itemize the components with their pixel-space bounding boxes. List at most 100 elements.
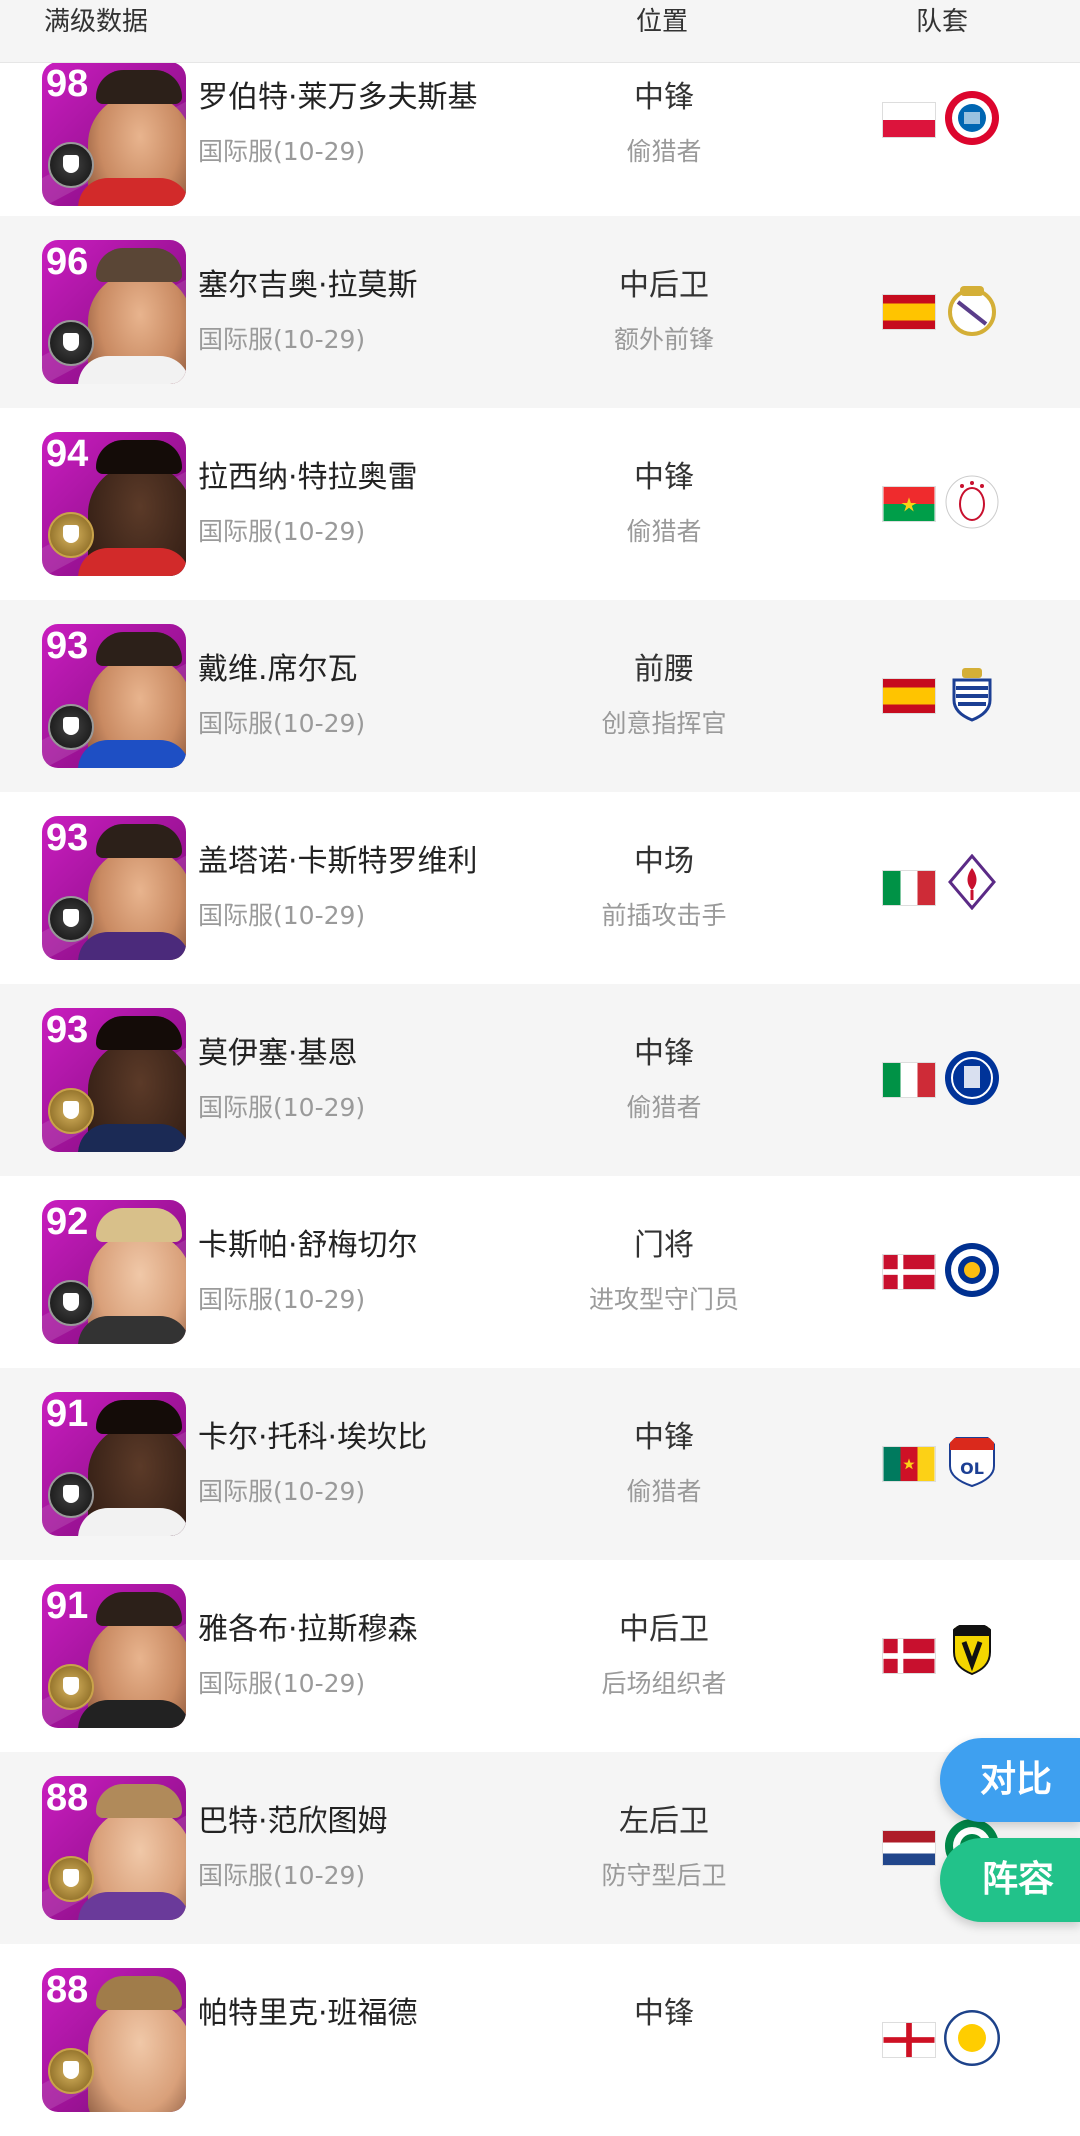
player-row[interactable]: 93 莫伊塞·基恩 国际服(10-29) 中锋 偷猎者 xyxy=(0,984,1080,1176)
card-badge-icon xyxy=(48,704,94,750)
player-server: 国际服(10-29) xyxy=(198,1477,366,1506)
player-name: 巴特·范欣图姆 xyxy=(198,1804,388,1839)
player-position: 中锋 xyxy=(634,80,694,115)
player-rating: 94 xyxy=(46,433,89,475)
player-position: 左后卫 xyxy=(619,1804,709,1839)
italy-flag-icon xyxy=(882,1062,936,1098)
leicester-city-crest-icon xyxy=(945,1243,999,1297)
player-rating: 91 xyxy=(46,1585,89,1627)
card-badge-icon xyxy=(48,896,94,942)
player-server: 国际服(10-29) xyxy=(198,709,366,738)
player-card: 96 xyxy=(42,240,186,384)
player-server: 国际服(10-29) xyxy=(198,517,366,546)
player-row[interactable]: 91 卡尔·托科·埃坎比 国际服(10-29) 中锋 偷猎者 OL xyxy=(0,1368,1080,1560)
player-rating: 93 xyxy=(46,625,89,667)
player-card: 88 xyxy=(42,1776,186,1920)
player-role: 防守型后卫 xyxy=(601,1861,727,1890)
card-badge-icon xyxy=(48,320,94,366)
player-name: 拉西纳·特拉奥雷 xyxy=(198,460,418,495)
player-role: 偷猎者 xyxy=(626,137,702,166)
player-role: 偷猎者 xyxy=(626,1093,702,1122)
lineup-button[interactable]: 阵容 xyxy=(940,1838,1080,1922)
player-server: 国际服(10-29) xyxy=(198,901,366,930)
player-row[interactable]: 92 卡斯帕·舒梅切尔 国际服(10-29) 门将 进攻型守门员 xyxy=(0,1176,1080,1368)
spain-flag-icon xyxy=(882,678,936,714)
player-row[interactable]: 93 盖塔诺·卡斯特罗维利 国际服(10-29) 中场 前插攻击手 xyxy=(0,792,1080,984)
player-rating: 88 xyxy=(46,1777,89,1819)
player-row[interactable]: 91 雅各布·拉斯穆森 国际服(10-29) 中后卫 后场组织者 xyxy=(0,1560,1080,1752)
player-server: 国际服(10-29) xyxy=(198,1285,366,1314)
player-name: 戴维.席尔瓦 xyxy=(198,652,358,687)
ajax-crest-icon xyxy=(945,475,999,529)
player-role: 额外前锋 xyxy=(613,325,714,354)
player-card: 93 xyxy=(42,1008,186,1152)
player-rating: 96 xyxy=(46,241,89,283)
player-position: 中锋 xyxy=(634,460,694,495)
card-badge-icon xyxy=(48,1280,94,1326)
player-name: 卡尔·托科·埃坎比 xyxy=(198,1420,428,1455)
player-rating: 98 xyxy=(46,63,89,105)
italy-flag-icon xyxy=(882,870,936,906)
player-name: 卡斯帕·舒梅切尔 xyxy=(198,1228,418,1263)
player-card: 98 xyxy=(42,62,186,206)
player-role: 后场组织者 xyxy=(601,1669,727,1698)
real-madrid-crest-icon xyxy=(948,286,996,336)
player-server: 国际服(10-29) xyxy=(198,137,366,166)
player-role: 偷猎者 xyxy=(626,1477,702,1506)
player-position: 前腰 xyxy=(634,652,694,687)
player-name: 罗伯特·莱万多夫斯基 xyxy=(198,80,478,115)
player-card: 91 xyxy=(42,1392,186,1536)
cameroon-flag-icon xyxy=(882,1446,936,1482)
bayern-munich-crest-icon xyxy=(945,91,999,145)
spain-flag-icon xyxy=(882,294,936,330)
leeds-united-crest-icon xyxy=(944,2010,1000,2066)
player-position: 门将 xyxy=(634,1228,694,1263)
real-sociedad-crest-icon xyxy=(952,668,992,722)
card-badge-icon xyxy=(48,1472,94,1518)
player-rating: 88 xyxy=(46,1969,89,2011)
svg-text:OL: OL xyxy=(960,1459,984,1478)
player-role: 进攻型守门员 xyxy=(588,1285,739,1314)
poland-flag-icon xyxy=(882,102,936,138)
player-row[interactable]: 88 巴特·范欣图姆 国际服(10-29) 左后卫 防守型后卫 xyxy=(0,1752,1080,1944)
player-position: 中锋 xyxy=(634,1036,694,1071)
fiorentina-crest-icon xyxy=(948,854,996,910)
player-role: 前插攻击手 xyxy=(601,901,727,930)
player-row[interactable]: 88 帕特里克·班福德 中锋 xyxy=(0,1944,1080,2136)
player-name: 盖塔诺·卡斯特罗维利 xyxy=(198,844,478,879)
player-rating: 93 xyxy=(46,817,89,859)
burkina-faso-flag-icon xyxy=(882,486,936,522)
player-rating: 93 xyxy=(46,1009,89,1051)
header-team-column[interactable]: 队套 xyxy=(916,4,968,40)
england-flag-icon xyxy=(882,2022,936,2058)
player-position: 中后卫 xyxy=(619,268,709,303)
card-badge-icon xyxy=(48,1856,94,1902)
player-rating: 91 xyxy=(46,1393,89,1435)
player-card: 92 xyxy=(42,1200,186,1344)
player-name: 雅各布·拉斯穆森 xyxy=(198,1612,418,1647)
player-name: 莫伊塞·基恩 xyxy=(198,1036,358,1071)
header-name-column[interactable]: 满级数据 xyxy=(44,4,148,40)
player-role: 偷猎者 xyxy=(626,517,702,546)
player-row[interactable]: 96 塞尔吉奥·拉莫斯 国际服(10-29) 中后卫 额外前锋 xyxy=(0,216,1080,408)
player-card: 91 xyxy=(42,1584,186,1728)
header-position-column[interactable]: 位置 xyxy=(636,4,688,40)
olympique-lyonnais-crest-icon: OL xyxy=(949,1437,995,1488)
compare-button[interactable]: 对比 xyxy=(940,1738,1080,1822)
card-badge-icon xyxy=(48,1664,94,1710)
player-card: 94 xyxy=(42,432,186,576)
denmark-flag-icon xyxy=(882,1638,936,1674)
player-server: 国际服(10-29) xyxy=(198,1093,366,1122)
player-server: 国际服(10-29) xyxy=(198,1669,366,1698)
player-row[interactable]: 93 戴维.席尔瓦 国际服(10-29) 前腰 创意指挥官 xyxy=(0,600,1080,792)
netherlands-flag-icon xyxy=(882,1830,936,1866)
denmark-flag-icon xyxy=(882,1254,936,1290)
player-position: 中后卫 xyxy=(619,1612,709,1647)
player-row[interactable]: 94 拉西纳·特拉奥雷 国际服(10-29) 中锋 偷猎者 xyxy=(0,408,1080,600)
card-badge-icon xyxy=(48,512,94,558)
vitesse-crest-icon xyxy=(953,1625,991,1676)
player-card: 93 xyxy=(42,624,186,768)
player-rating: 92 xyxy=(46,1201,89,1243)
player-card: 93 xyxy=(42,816,186,960)
table-header: 满级数据 位置 队套 xyxy=(0,0,1080,63)
